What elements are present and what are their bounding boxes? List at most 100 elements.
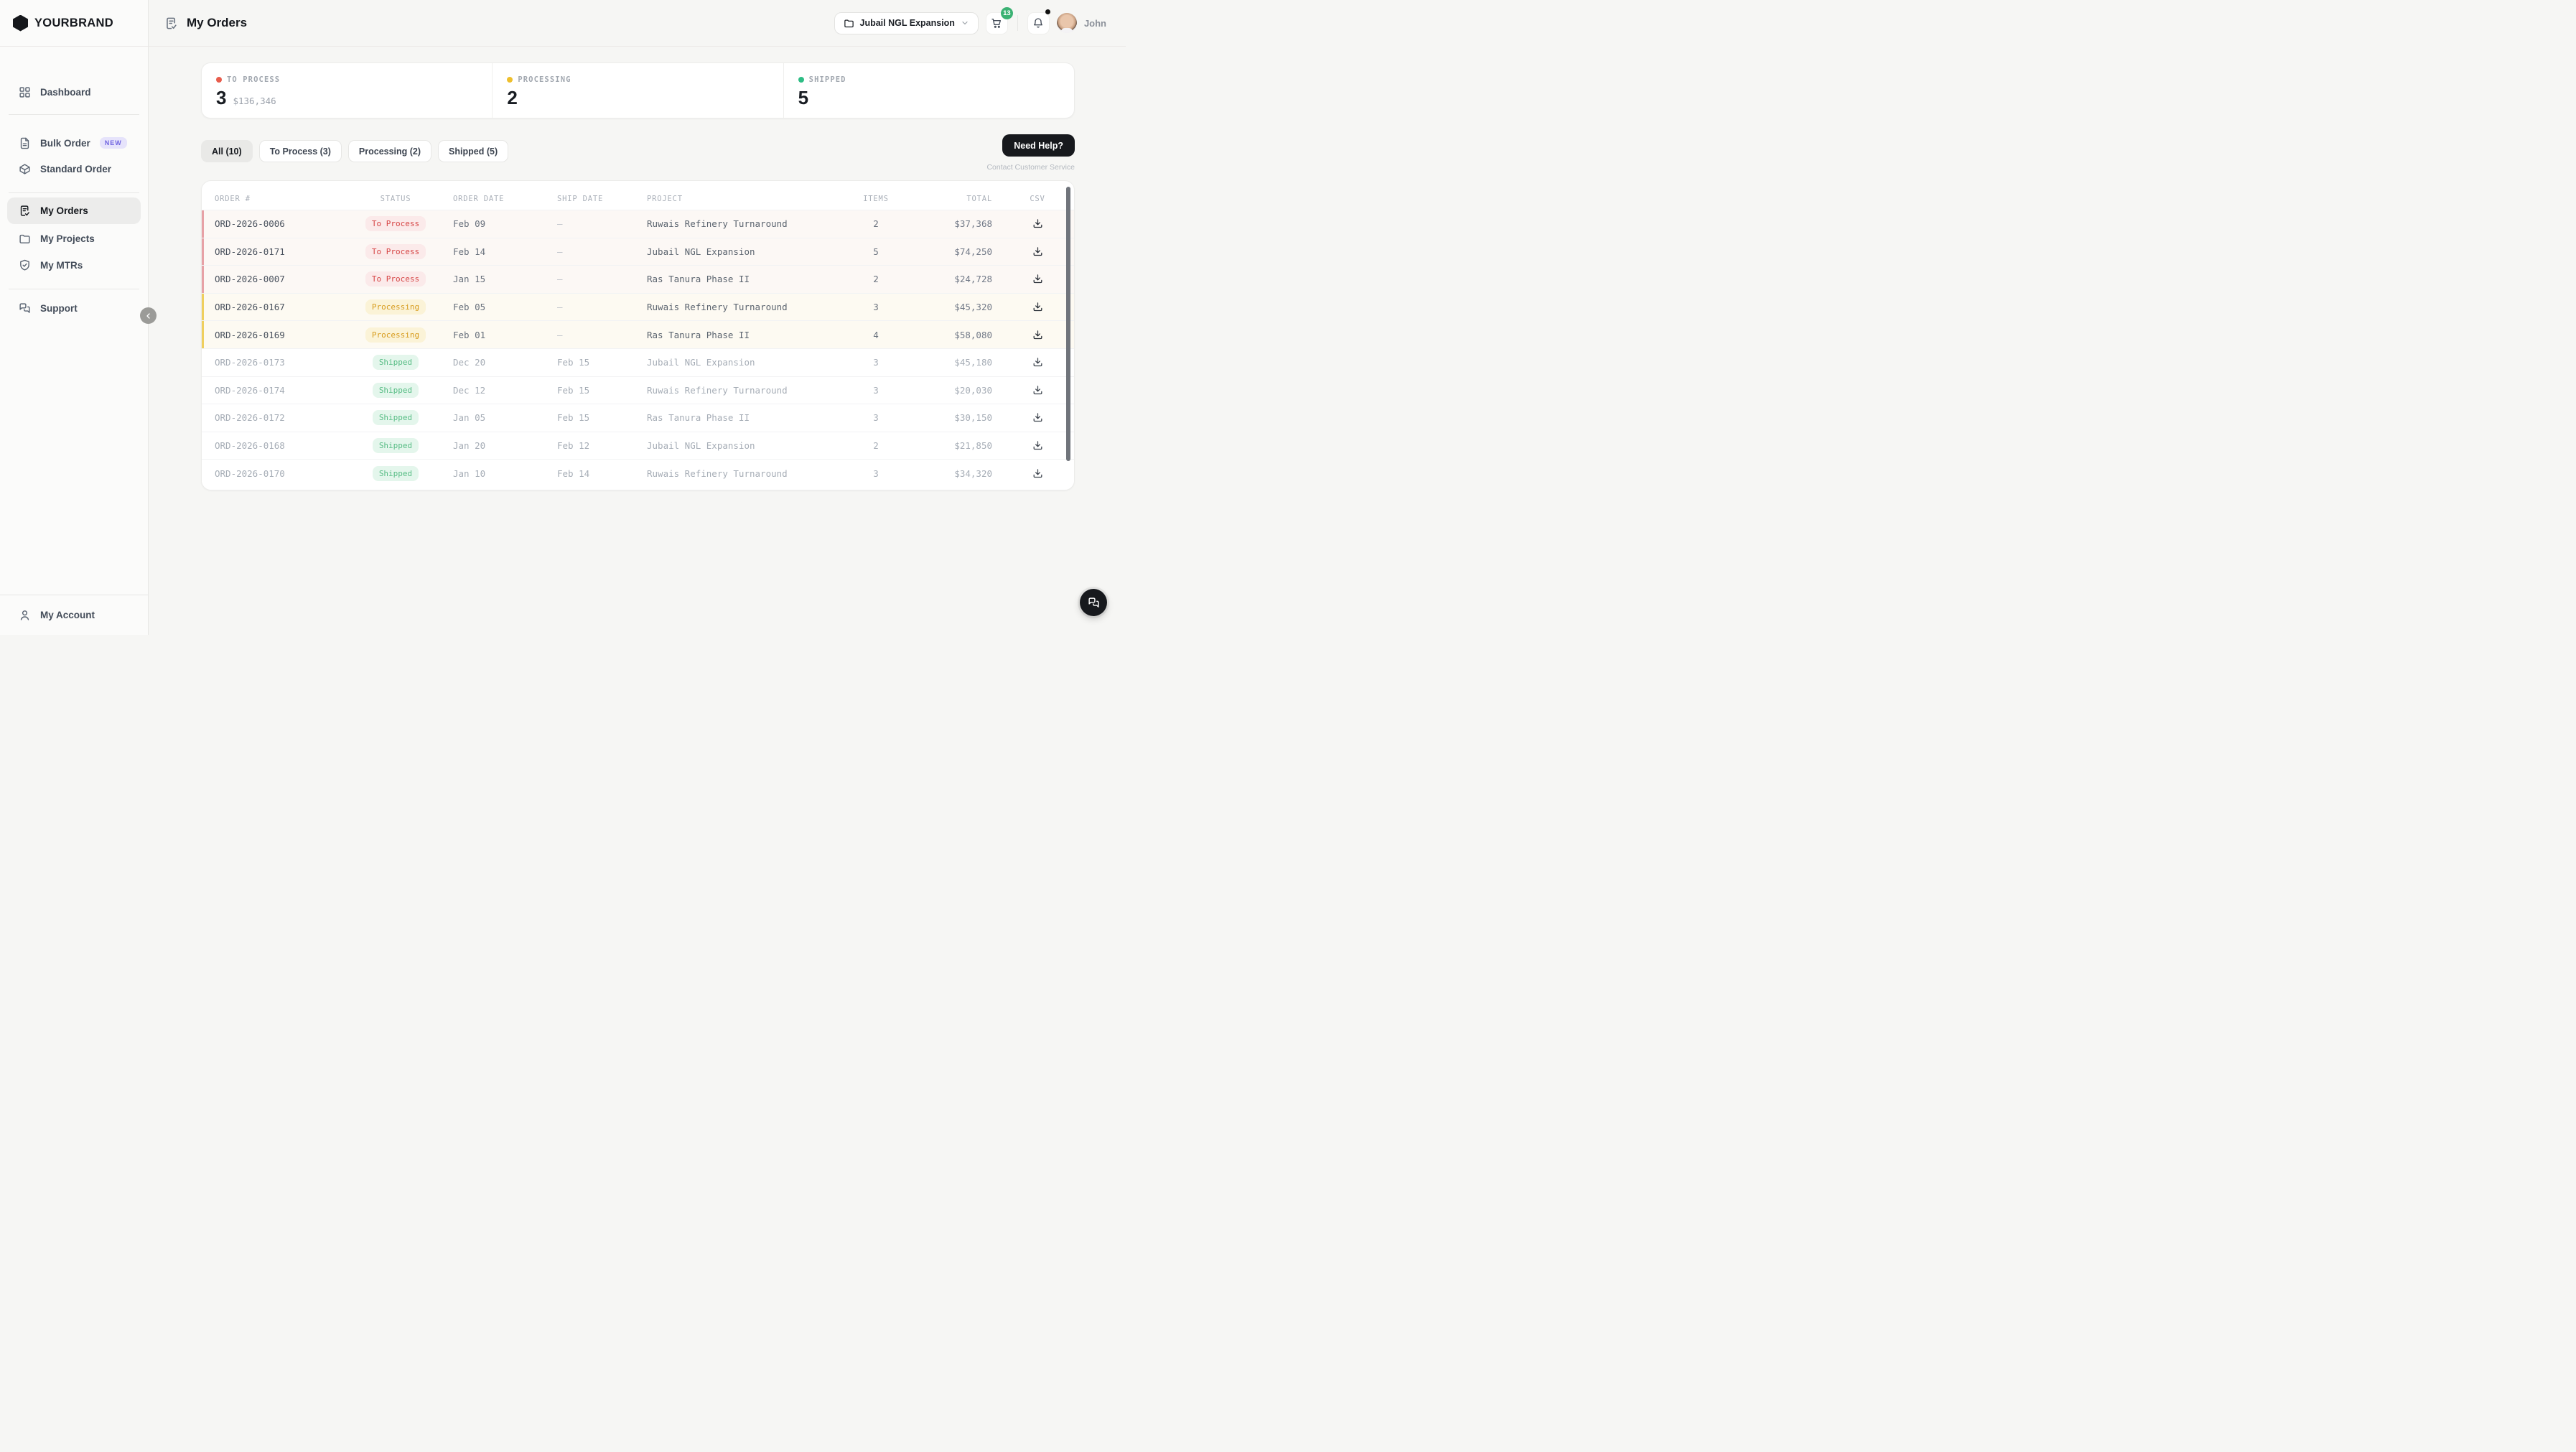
order-date: Feb 14 bbox=[453, 246, 486, 257]
csv-download-button[interactable] bbox=[1028, 437, 1047, 455]
order-date: Jan 20 bbox=[453, 440, 486, 452]
sidebar: YOURBRAND Dashboard Bulk Order NEW Stand… bbox=[0, 0, 157, 635]
order-date: Dec 20 bbox=[453, 357, 486, 368]
table-row[interactable]: ORD-2026-0174 Shipped Dec 12 Feb 15 Ruwa… bbox=[202, 376, 1074, 404]
tab-shipped[interactable]: Shipped (5) bbox=[438, 140, 509, 162]
chat-fab-button[interactable] bbox=[1080, 589, 1107, 616]
messages-icon bbox=[19, 302, 31, 315]
table-row[interactable]: ORD-2026-0007 To Process Jan 15 – Ras Ta… bbox=[202, 265, 1074, 293]
ship-date: Feb 12 bbox=[557, 440, 590, 452]
project-name: Ruwais Refinery Turnaround bbox=[647, 302, 788, 313]
items-count: 5 bbox=[873, 246, 879, 257]
status-badge: Processing bbox=[365, 327, 426, 343]
download-icon bbox=[1033, 302, 1042, 312]
table-row[interactable]: ORD-2026-0167 Processing Feb 05 – Ruwais… bbox=[202, 292, 1074, 321]
sidebar-item-my-projects[interactable]: My Projects bbox=[0, 226, 148, 251]
app-window: YOURBRAND Dashboard Bulk Order NEW Stand… bbox=[0, 0, 1126, 635]
csv-download-button[interactable] bbox=[1028, 270, 1047, 289]
stat-to-process: TO PROCESS 3 $136,346 bbox=[202, 63, 492, 118]
table-row[interactable]: ORD-2026-0006 To Process Feb 09 – Ruwais… bbox=[202, 210, 1074, 238]
col-project: PROJECT bbox=[647, 195, 683, 203]
chevron-down-icon bbox=[962, 21, 968, 25]
table-row[interactable]: ORD-2026-0170 Shipped Jan 10 Feb 14 Ruwa… bbox=[202, 459, 1074, 487]
status-dot-yellow bbox=[507, 77, 513, 83]
status-badge: Shipped bbox=[372, 410, 419, 426]
sidebar-item-label: My Projects bbox=[40, 233, 95, 244]
divider bbox=[1017, 15, 1018, 31]
file-text-icon bbox=[19, 137, 31, 149]
ship-date: – bbox=[557, 218, 563, 230]
sidebar-item-label: Support bbox=[40, 302, 78, 314]
table-row[interactable]: ORD-2026-0168 Shipped Jan 20 Feb 12 Juba… bbox=[202, 431, 1074, 460]
stat-shipped: SHIPPED 5 bbox=[783, 63, 1074, 118]
download-icon bbox=[1033, 358, 1042, 367]
tab-processing[interactable]: Processing (2) bbox=[347, 140, 432, 162]
sidebar-nav: Dashboard Bulk Order NEW Standard Order bbox=[0, 47, 148, 595]
help-caption: Contact Customer Service bbox=[986, 163, 1075, 172]
order-number: ORD-2026-0170 bbox=[215, 467, 285, 479]
sidebar-item-support[interactable]: Support bbox=[0, 296, 148, 320]
table-row[interactable]: ORD-2026-0173 Shipped Dec 20 Feb 15 Juba… bbox=[202, 348, 1074, 376]
table-scrollbar[interactable] bbox=[1066, 187, 1070, 461]
order-total: $30,150 bbox=[954, 412, 992, 424]
status-badge: To Process bbox=[365, 271, 426, 287]
order-number: ORD-2026-0171 bbox=[215, 246, 285, 257]
items-count: 3 bbox=[873, 467, 879, 479]
tab-all[interactable]: All (10) bbox=[201, 140, 253, 162]
order-total: $24,728 bbox=[954, 274, 992, 285]
col-order: ORDER # bbox=[215, 195, 251, 203]
avatar[interactable] bbox=[1056, 13, 1077, 33]
sidebar-item-my-account[interactable]: My Account bbox=[0, 595, 148, 635]
ship-date: Feb 15 bbox=[557, 357, 590, 368]
sidebar-item-my-mtrs[interactable]: My MTRs bbox=[0, 253, 148, 277]
project-name: Ras Tanura Phase II bbox=[647, 329, 750, 340]
table-row[interactable]: ORD-2026-0171 To Process Feb 14 – Jubail… bbox=[202, 237, 1074, 266]
sidebar-item-dashboard[interactable]: Dashboard bbox=[0, 80, 148, 104]
brand-name: YOURBRAND bbox=[34, 16, 113, 29]
status-dot-green bbox=[798, 77, 804, 83]
ship-date: – bbox=[557, 329, 563, 340]
csv-download-button[interactable] bbox=[1028, 298, 1047, 317]
clipboard-check-icon bbox=[164, 17, 178, 30]
csv-download-button[interactable] bbox=[1028, 325, 1047, 344]
csv-download-button[interactable] bbox=[1028, 215, 1047, 233]
csv-download-button[interactable] bbox=[1028, 464, 1047, 483]
table-body: ORD-2026-0006 To Process Feb 09 – Ruwais… bbox=[202, 210, 1074, 487]
col-total: TOTAL bbox=[966, 195, 992, 203]
table-row[interactable]: ORD-2026-0169 Processing Feb 01 – Ras Ta… bbox=[202, 320, 1074, 348]
brand-logo: YOURBRAND bbox=[0, 0, 148, 47]
sidebar-item-label: Bulk Order bbox=[40, 137, 90, 149]
notifications-button[interactable] bbox=[1027, 9, 1050, 34]
col-items: ITEMS bbox=[863, 195, 889, 203]
package-icon bbox=[19, 163, 31, 175]
cart-button[interactable]: 13 bbox=[985, 6, 1013, 34]
sidebar-collapse-button[interactable] bbox=[140, 307, 157, 324]
new-badge: NEW bbox=[99, 137, 127, 149]
col-ship-date: SHIP DATE bbox=[557, 195, 604, 203]
csv-download-button[interactable] bbox=[1028, 242, 1047, 261]
stat-label: SHIPPED bbox=[808, 75, 846, 84]
sidebar-item-standard-order[interactable]: Standard Order bbox=[0, 157, 148, 181]
csv-download-button[interactable] bbox=[1028, 409, 1047, 427]
cart-count-badge: 13 bbox=[1000, 6, 1013, 19]
table-row[interactable]: ORD-2026-0172 Shipped Jan 05 Feb 15 Ras … bbox=[202, 404, 1074, 432]
status-badge: Shipped bbox=[372, 355, 419, 371]
project-selector-value: Jubail NGL Expansion bbox=[859, 18, 955, 28]
status-badge: Shipped bbox=[372, 465, 419, 481]
folder-icon bbox=[844, 19, 854, 27]
project-selector[interactable]: Jubail NGL Expansion bbox=[834, 11, 979, 34]
status-cell: Shipped bbox=[353, 410, 439, 426]
download-icon bbox=[1033, 274, 1042, 284]
order-date: Jan 05 bbox=[453, 412, 486, 424]
sidebar-item-bulk-order[interactable]: Bulk Order NEW bbox=[0, 131, 148, 155]
csv-download-button[interactable] bbox=[1028, 353, 1047, 372]
user-icon bbox=[19, 609, 31, 621]
order-date: Feb 05 bbox=[453, 302, 486, 313]
tab-to-process[interactable]: To Process (3) bbox=[258, 140, 342, 162]
messages-icon bbox=[1088, 597, 1099, 608]
csv-download-button[interactable] bbox=[1028, 381, 1047, 399]
sidebar-item-my-orders[interactable]: My Orders bbox=[7, 197, 141, 224]
status-cell: To Process bbox=[353, 216, 439, 232]
user-name: John bbox=[1083, 17, 1106, 29]
need-help-button[interactable]: Need Help? bbox=[1002, 134, 1075, 157]
